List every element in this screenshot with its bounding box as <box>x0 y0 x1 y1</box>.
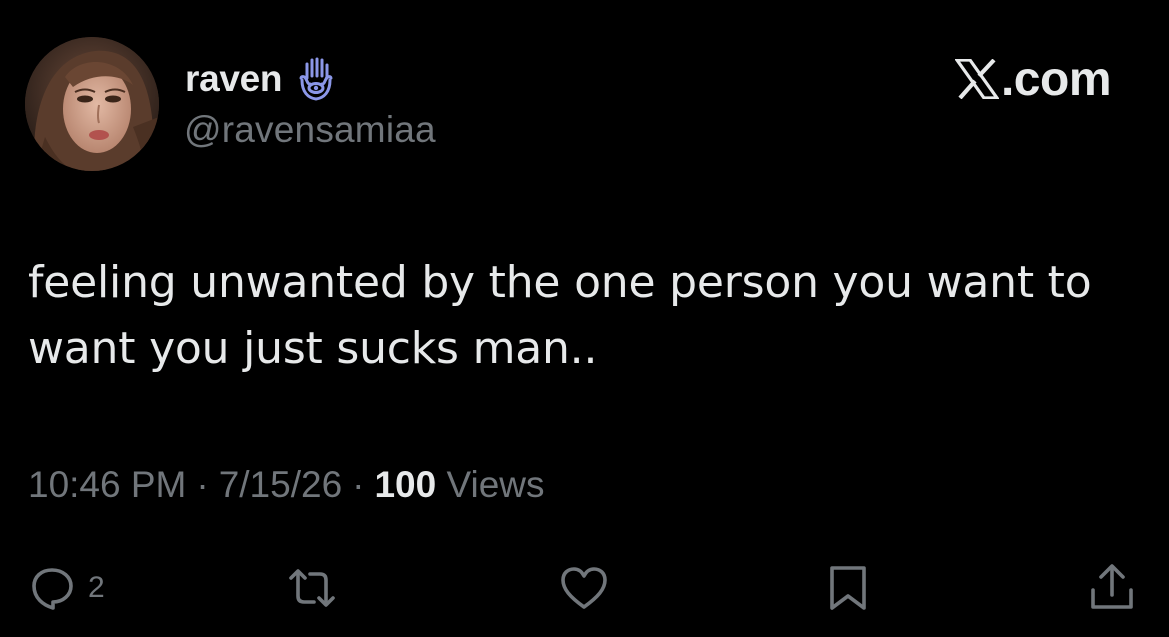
share-button[interactable] <box>1086 560 1138 616</box>
reply-button[interactable]: 2 <box>28 560 105 616</box>
user-handle[interactable]: @ravensamiaa <box>184 109 436 151</box>
share-icon <box>1091 564 1133 609</box>
reply-count: 2 <box>88 571 105 604</box>
meta-separator: · <box>196 464 209 505</box>
brand-watermark: .com <box>954 52 1112 106</box>
tweet-card: raven @ravensamiaa .com feeling unwanted… <box>0 0 1169 637</box>
like-button[interactable] <box>558 560 610 616</box>
tweet-text: feeling unwanted by the one person you w… <box>28 257 1092 374</box>
like-icon <box>561 567 607 609</box>
bookmark-icon <box>830 566 866 610</box>
bookmark-button[interactable] <box>822 560 874 616</box>
tweet-time[interactable]: 10:46 PM <box>28 464 186 505</box>
hamsa-hand-icon <box>299 57 333 101</box>
x-logo-icon <box>954 59 999 99</box>
retweet-button[interactable] <box>286 560 338 616</box>
tweet-meta: 10:46 PM · 7/15/26 · 100 Views <box>28 464 545 506</box>
views-count: 100 <box>374 464 437 505</box>
reply-icon <box>32 568 73 610</box>
views-label: Views <box>446 464 545 505</box>
tweet-date[interactable]: 7/15/26 <box>219 464 342 505</box>
brand-text: .com <box>1000 52 1112 106</box>
avatar[interactable] <box>25 37 159 171</box>
action-bar: 2 <box>0 560 1169 616</box>
retweet-icon <box>289 569 335 607</box>
meta-separator: · <box>352 464 365 505</box>
display-name[interactable]: raven <box>185 58 283 100</box>
name-row: raven <box>185 54 336 104</box>
